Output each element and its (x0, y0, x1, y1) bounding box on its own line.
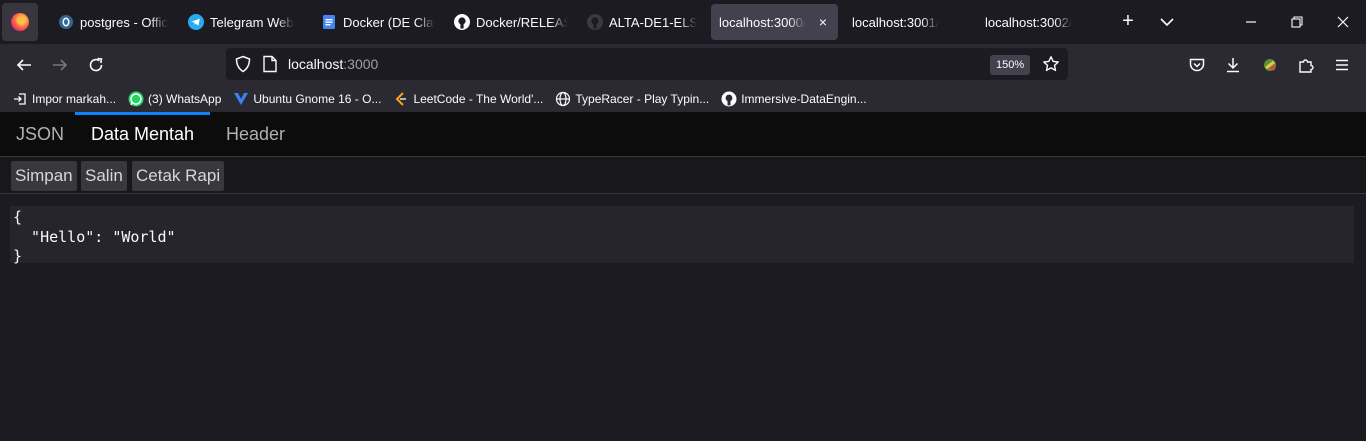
raw-data-panel: { "Hello": "World" } (0, 194, 1366, 441)
leetcode-icon (393, 91, 409, 107)
bookmark-label: Ubuntu Gnome 16 - O... (253, 92, 382, 106)
close-icon[interactable]: × (814, 13, 832, 31)
puzzle-icon[interactable] (1294, 53, 1318, 77)
vercel-icon (233, 91, 249, 107)
tab-label: Docker/RELEASE- (476, 14, 568, 30)
tab-docker-release[interactable]: Docker/RELEASE- (446, 4, 568, 40)
tab-localhost-3002[interactable]: localhost:3002/ (977, 4, 1103, 40)
bookmark-label: (3) WhatsApp (148, 92, 222, 106)
extension-icon[interactable] (1258, 53, 1282, 77)
url-host: localhost (288, 56, 344, 72)
tab-postgres[interactable]: postgres - Official (50, 4, 168, 40)
tab-label: postgres - Official (80, 14, 168, 30)
tab-json[interactable]: JSON (0, 112, 80, 156)
tab-strip: postgres - Official Telegram Web Docker … (0, 0, 1366, 44)
pretty-print-button[interactable]: Cetak Rapi (132, 161, 225, 191)
globe-icon (555, 91, 571, 107)
forward-arrow-icon[interactable] (48, 53, 72, 77)
bookmark-leetcode[interactable]: LeetCode - The World'... (393, 91, 543, 107)
json-viewer-tabs: JSON Data Mentah Header (0, 112, 1366, 157)
postgres-icon (58, 14, 74, 30)
firefox-icon (11, 13, 29, 31)
chevron-down-icon[interactable] (1156, 12, 1178, 32)
tab-label: Docker (DE Class) (343, 14, 435, 30)
new-tab-button[interactable]: + (1116, 10, 1140, 34)
tab-alta-de1-elsa[interactable]: ALTA-DE1-ELSA- (579, 4, 697, 40)
shield-icon[interactable] (234, 55, 252, 78)
copy-button[interactable]: Salin (81, 161, 127, 191)
tab-raw-data[interactable]: Data Mentah (75, 112, 211, 156)
raw-data-toolbar: Simpan Salin Cetak Rapi (0, 157, 1366, 194)
github-icon (587, 14, 603, 30)
bookmarks-toolbar: Impor markah... (3) WhatsApp Ubuntu Gnom… (0, 86, 1366, 112)
tab-telegram[interactable]: Telegram Web (180, 4, 308, 40)
telegram-icon (188, 14, 204, 30)
bookmark-import[interactable]: Impor markah... (12, 91, 116, 107)
hamburger-menu-icon[interactable] (1330, 53, 1354, 77)
bookmark-typeracer[interactable]: TypeRacer - Play Typin... (555, 91, 709, 107)
download-icon[interactable] (1221, 53, 1245, 77)
tab-headers[interactable]: Header (210, 112, 301, 156)
close-window-icon[interactable] (1333, 12, 1353, 32)
tab-label: ALTA-DE1-ELSA- (609, 14, 697, 30)
github-icon (721, 91, 737, 107)
google-docs-icon (321, 14, 337, 30)
tab-label: localhost:3000/ (719, 14, 807, 30)
bookmark-label: TypeRacer - Play Typin... (575, 92, 710, 106)
tab-label: localhost:3001/ (852, 14, 940, 30)
bookmark-label: Immersive-DataEngin... (741, 92, 867, 106)
tab-label: localhost:3002/ (985, 14, 1073, 30)
bookmark-label: LeetCode - The World'... (413, 92, 544, 106)
raw-json-text[interactable]: { "Hello": "World" } (10, 206, 1354, 265)
minimize-icon[interactable] (1241, 12, 1261, 32)
bookmark-label: Impor markah... (32, 92, 117, 106)
url-text[interactable]: localhost:3000 (288, 56, 378, 72)
whatsapp-icon (128, 91, 144, 107)
save-button[interactable]: Simpan (11, 161, 77, 191)
firefox-view-button[interactable] (2, 3, 38, 41)
tab-docker-de-class[interactable]: Docker (DE Class) (313, 4, 435, 40)
import-icon (12, 91, 28, 107)
restore-icon[interactable] (1287, 12, 1307, 32)
bookmark-ubuntu-gnome[interactable]: Ubuntu Gnome 16 - O... (233, 91, 381, 107)
bookmark-immersive-data[interactable]: Immersive-DataEngin... (721, 91, 867, 107)
page-info-icon[interactable] (262, 55, 278, 78)
reload-icon[interactable] (84, 53, 108, 77)
bookmark-whatsapp[interactable]: (3) WhatsApp (128, 91, 221, 107)
star-icon[interactable] (1042, 55, 1060, 78)
zoom-level-button[interactable]: 150% (990, 55, 1031, 75)
pocket-icon[interactable] (1185, 53, 1209, 77)
navigation-toolbar: localhost:3000 150% (0, 44, 1366, 86)
github-icon (454, 14, 470, 30)
tab-localhost-3000[interactable]: localhost:3000/ × (711, 4, 838, 40)
url-port: :3000 (343, 56, 379, 72)
address-bar[interactable]: localhost:3000 150% (226, 48, 1068, 80)
tab-localhost-3001[interactable]: localhost:3001/ (844, 4, 970, 40)
tab-label: Telegram Web (210, 14, 294, 30)
back-arrow-icon[interactable] (12, 53, 36, 77)
